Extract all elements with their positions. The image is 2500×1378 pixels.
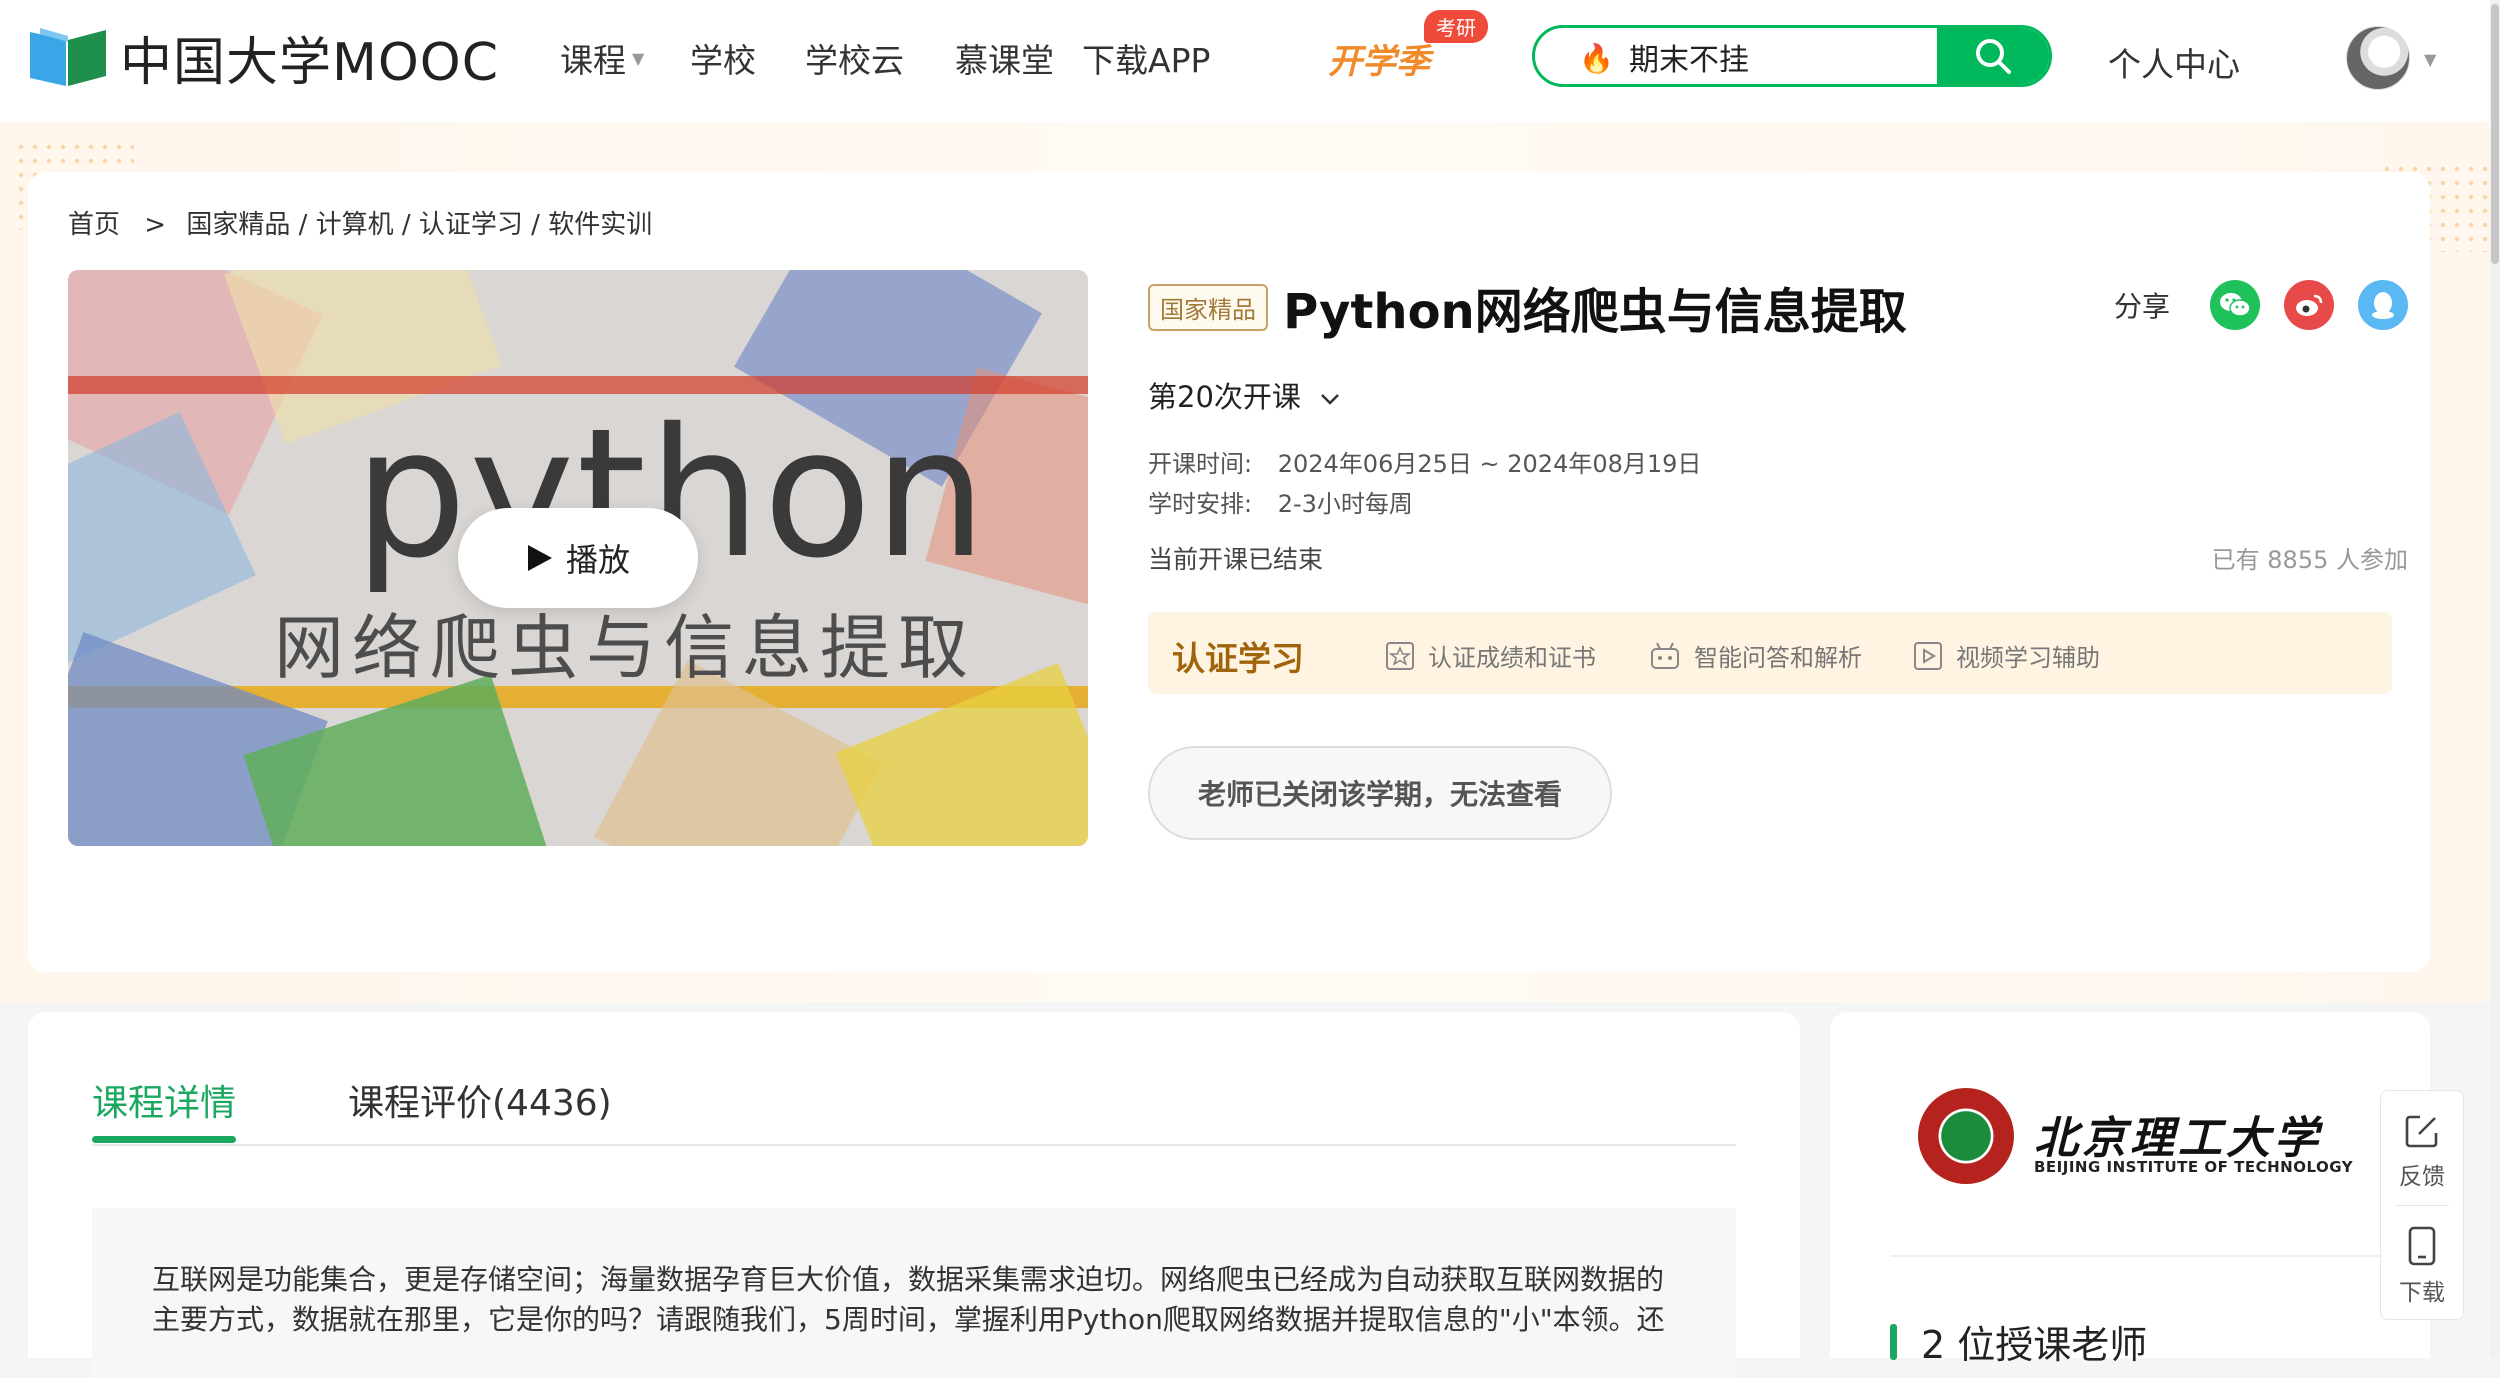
download-label: 下载 — [2399, 1280, 2445, 1306]
school-name[interactable]: 北京理工大学 — [2034, 1102, 2322, 1166]
course-schedule-value: 2-3小时每周 — [1277, 490, 1413, 518]
course-card: 首页 > 国家精品 / 计算机 / 认证学习 / 软件实训 python 网络爬… — [28, 172, 2430, 972]
school-emblem-icon[interactable] — [1918, 1088, 2014, 1184]
qq-share-button[interactable] — [2358, 280, 2408, 330]
course-time-label: 开课时间: — [1148, 450, 1253, 478]
certification-bar: 认证学习 认证成绩和证书 智能问答和解析 视频学习辅助 — [1148, 612, 2392, 694]
national-quality-tag: 国家精品 — [1148, 283, 1268, 331]
floating-toolbar: 反馈 下载 — [2380, 1090, 2464, 1320]
scrollbar-thumb[interactable] — [2491, 4, 2499, 264]
tab-course-reviews[interactable]: 课程评价(4436) — [348, 1074, 612, 1126]
cert-video-assist[interactable]: 视频学习辅助 — [1912, 638, 2100, 673]
course-schedule-label: 学时安排: — [1148, 490, 1253, 518]
school-divider — [1890, 1255, 2390, 1257]
nav-download-app-label: 下载APP — [1082, 41, 1211, 80]
tab-divider — [92, 1144, 1736, 1146]
heading-accent-bar — [1890, 1323, 1897, 1360]
wechat-share-button[interactable] — [2210, 280, 2260, 330]
logo-text: 中国大学MOOC — [120, 32, 500, 93]
play-button[interactable]: 播放 — [458, 508, 698, 608]
term-closed-button[interactable]: 老师已关闭该学期，无法查看 — [1148, 746, 1612, 840]
breadcrumb: 首页 > 国家精品 / 计算机 / 认证学习 / 软件实训 — [68, 204, 656, 241]
phone-icon — [2408, 1226, 2436, 1266]
nav-mooc-class-label: 慕课堂 — [955, 41, 1054, 80]
teachers-count: 2 位授课老师 — [1921, 1323, 2148, 1367]
school-name-en: BEIJING INSTITUTE OF TECHNOLOGY — [2034, 1158, 2354, 1176]
share-group: 分享 — [2114, 280, 2408, 330]
nav-courses-label: 课程 — [560, 41, 626, 80]
cert-item-label: 智能问答和解析 — [1694, 644, 1862, 672]
chevron-down-icon — [1321, 394, 1340, 405]
download-button[interactable]: 下载 — [2381, 1225, 2463, 1307]
session-selector[interactable]: 第20次开课 — [1148, 374, 1340, 416]
search-button[interactable] — [1937, 28, 2049, 84]
course-detail-card: 课程详情 课程评价(4436) 互联网是功能集合，更是存储空间；海量数据孕育巨大… — [28, 1012, 1800, 1378]
avatar[interactable] — [2346, 26, 2410, 90]
robot-icon — [1651, 642, 1679, 669]
course-status: 当前开课已结束 — [1148, 545, 1324, 574]
breadcrumb-separator: > — [144, 210, 167, 240]
tab-course-details[interactable]: 课程详情 — [92, 1074, 236, 1126]
video-icon — [1914, 641, 1942, 670]
certification-title: 认证学习 — [1172, 639, 1304, 678]
active-tab-indicator — [92, 1136, 236, 1143]
weibo-icon — [2296, 294, 2323, 316]
edit-icon — [2405, 1115, 2438, 1148]
weibo-share-button[interactable] — [2284, 280, 2334, 330]
fire-icon: 🔥 — [1579, 42, 1614, 75]
school-card: 北京理工大学 BEIJING INSTITUTE OF TECHNOLOGY 2… — [1830, 1012, 2430, 1367]
course-description: 互联网是功能集合，更是存储空间；海量数据孕育巨大价值，数据采集需求迫切。网络爬虫… — [152, 1263, 1665, 1336]
qq-icon — [2372, 292, 2394, 319]
course-time-row: 开课时间: 2024年06月25日 ~ 2024年08月19日 — [1148, 444, 1701, 479]
course-title: Python网络爬虫与信息提取 — [1283, 284, 1907, 340]
top-header: 中国大学MOOC 课程 ▼ 学校 学校云 慕课堂 下载APP 开学季 考研 🔥 … — [0, 0, 2500, 123]
course-info: 国家精品 Python网络爬虫与信息提取 分享 第20次开课 开课时间: 202… — [1148, 272, 2408, 840]
chevron-down-icon[interactable]: ▼ — [2424, 50, 2436, 69]
search-input[interactable] — [1627, 34, 1951, 80]
teachers-heading: 2 位授课老师 — [1890, 1314, 2147, 1369]
nav-mooc-class[interactable]: 慕课堂 — [955, 28, 1054, 88]
certificate-icon — [1386, 641, 1414, 670]
nav-school-cloud-label: 学校云 — [805, 41, 904, 80]
logo-book-icon — [30, 28, 106, 86]
chevron-down-icon: ▼ — [632, 48, 645, 68]
cert-score-certificate[interactable]: 认证成绩和证书 — [1384, 638, 1596, 673]
cert-item-label: 认证成绩和证书 — [1428, 644, 1596, 672]
play-icon — [527, 545, 552, 571]
season-banner[interactable]: 开学季 — [1328, 34, 1430, 83]
course-schedule-row: 学时安排: 2-3小时每周 — [1148, 484, 1413, 519]
nav-school-cloud[interactable]: 学校云 — [805, 28, 904, 88]
nav-schools[interactable]: 学校 — [690, 28, 756, 88]
play-label: 播放 — [565, 541, 630, 579]
nav-schools-label: 学校 — [690, 41, 756, 80]
season-badge: 考研 — [1424, 10, 1488, 43]
search-bar: 🔥 — [1532, 25, 2052, 87]
feedback-label: 反馈 — [2399, 1164, 2445, 1190]
share-label: 分享 — [2113, 290, 2170, 323]
cert-item-label: 视频学习辅助 — [1956, 644, 2100, 672]
float-separator — [2395, 1205, 2449, 1206]
cert-ai-qa[interactable]: 智能问答和解析 — [1648, 638, 1862, 673]
wechat-icon — [2220, 293, 2251, 317]
breadcrumb-path[interactable]: 国家精品 / 计算机 / 认证学习 / 软件实训 — [186, 210, 652, 240]
personal-center-link[interactable]: 个人中心 — [2108, 38, 2240, 86]
search-icon — [1976, 39, 2011, 74]
breadcrumb-home[interactable]: 首页 — [68, 210, 120, 240]
course-cover-video[interactable]: python 网络爬虫与信息提取 播放 — [68, 270, 1088, 846]
enrollment-count: 已有 8855 人参加 — [2211, 546, 2408, 574]
site-logo[interactable]: 中国大学MOOC — [28, 22, 500, 93]
description-box: 互联网是功能集合，更是存储空间；海量数据孕育巨大价值，数据采集需求迫切。网络爬虫… — [92, 1208, 1736, 1378]
nav-courses[interactable]: 课程 ▼ — [560, 28, 644, 88]
course-time-value: 2024年06月25日 ~ 2024年08月19日 — [1277, 450, 1702, 478]
session-label: 第20次开课 — [1148, 380, 1301, 414]
feedback-button[interactable]: 反馈 — [2381, 1111, 2463, 1191]
nav-download-app[interactable]: 下载APP — [1082, 28, 1210, 88]
